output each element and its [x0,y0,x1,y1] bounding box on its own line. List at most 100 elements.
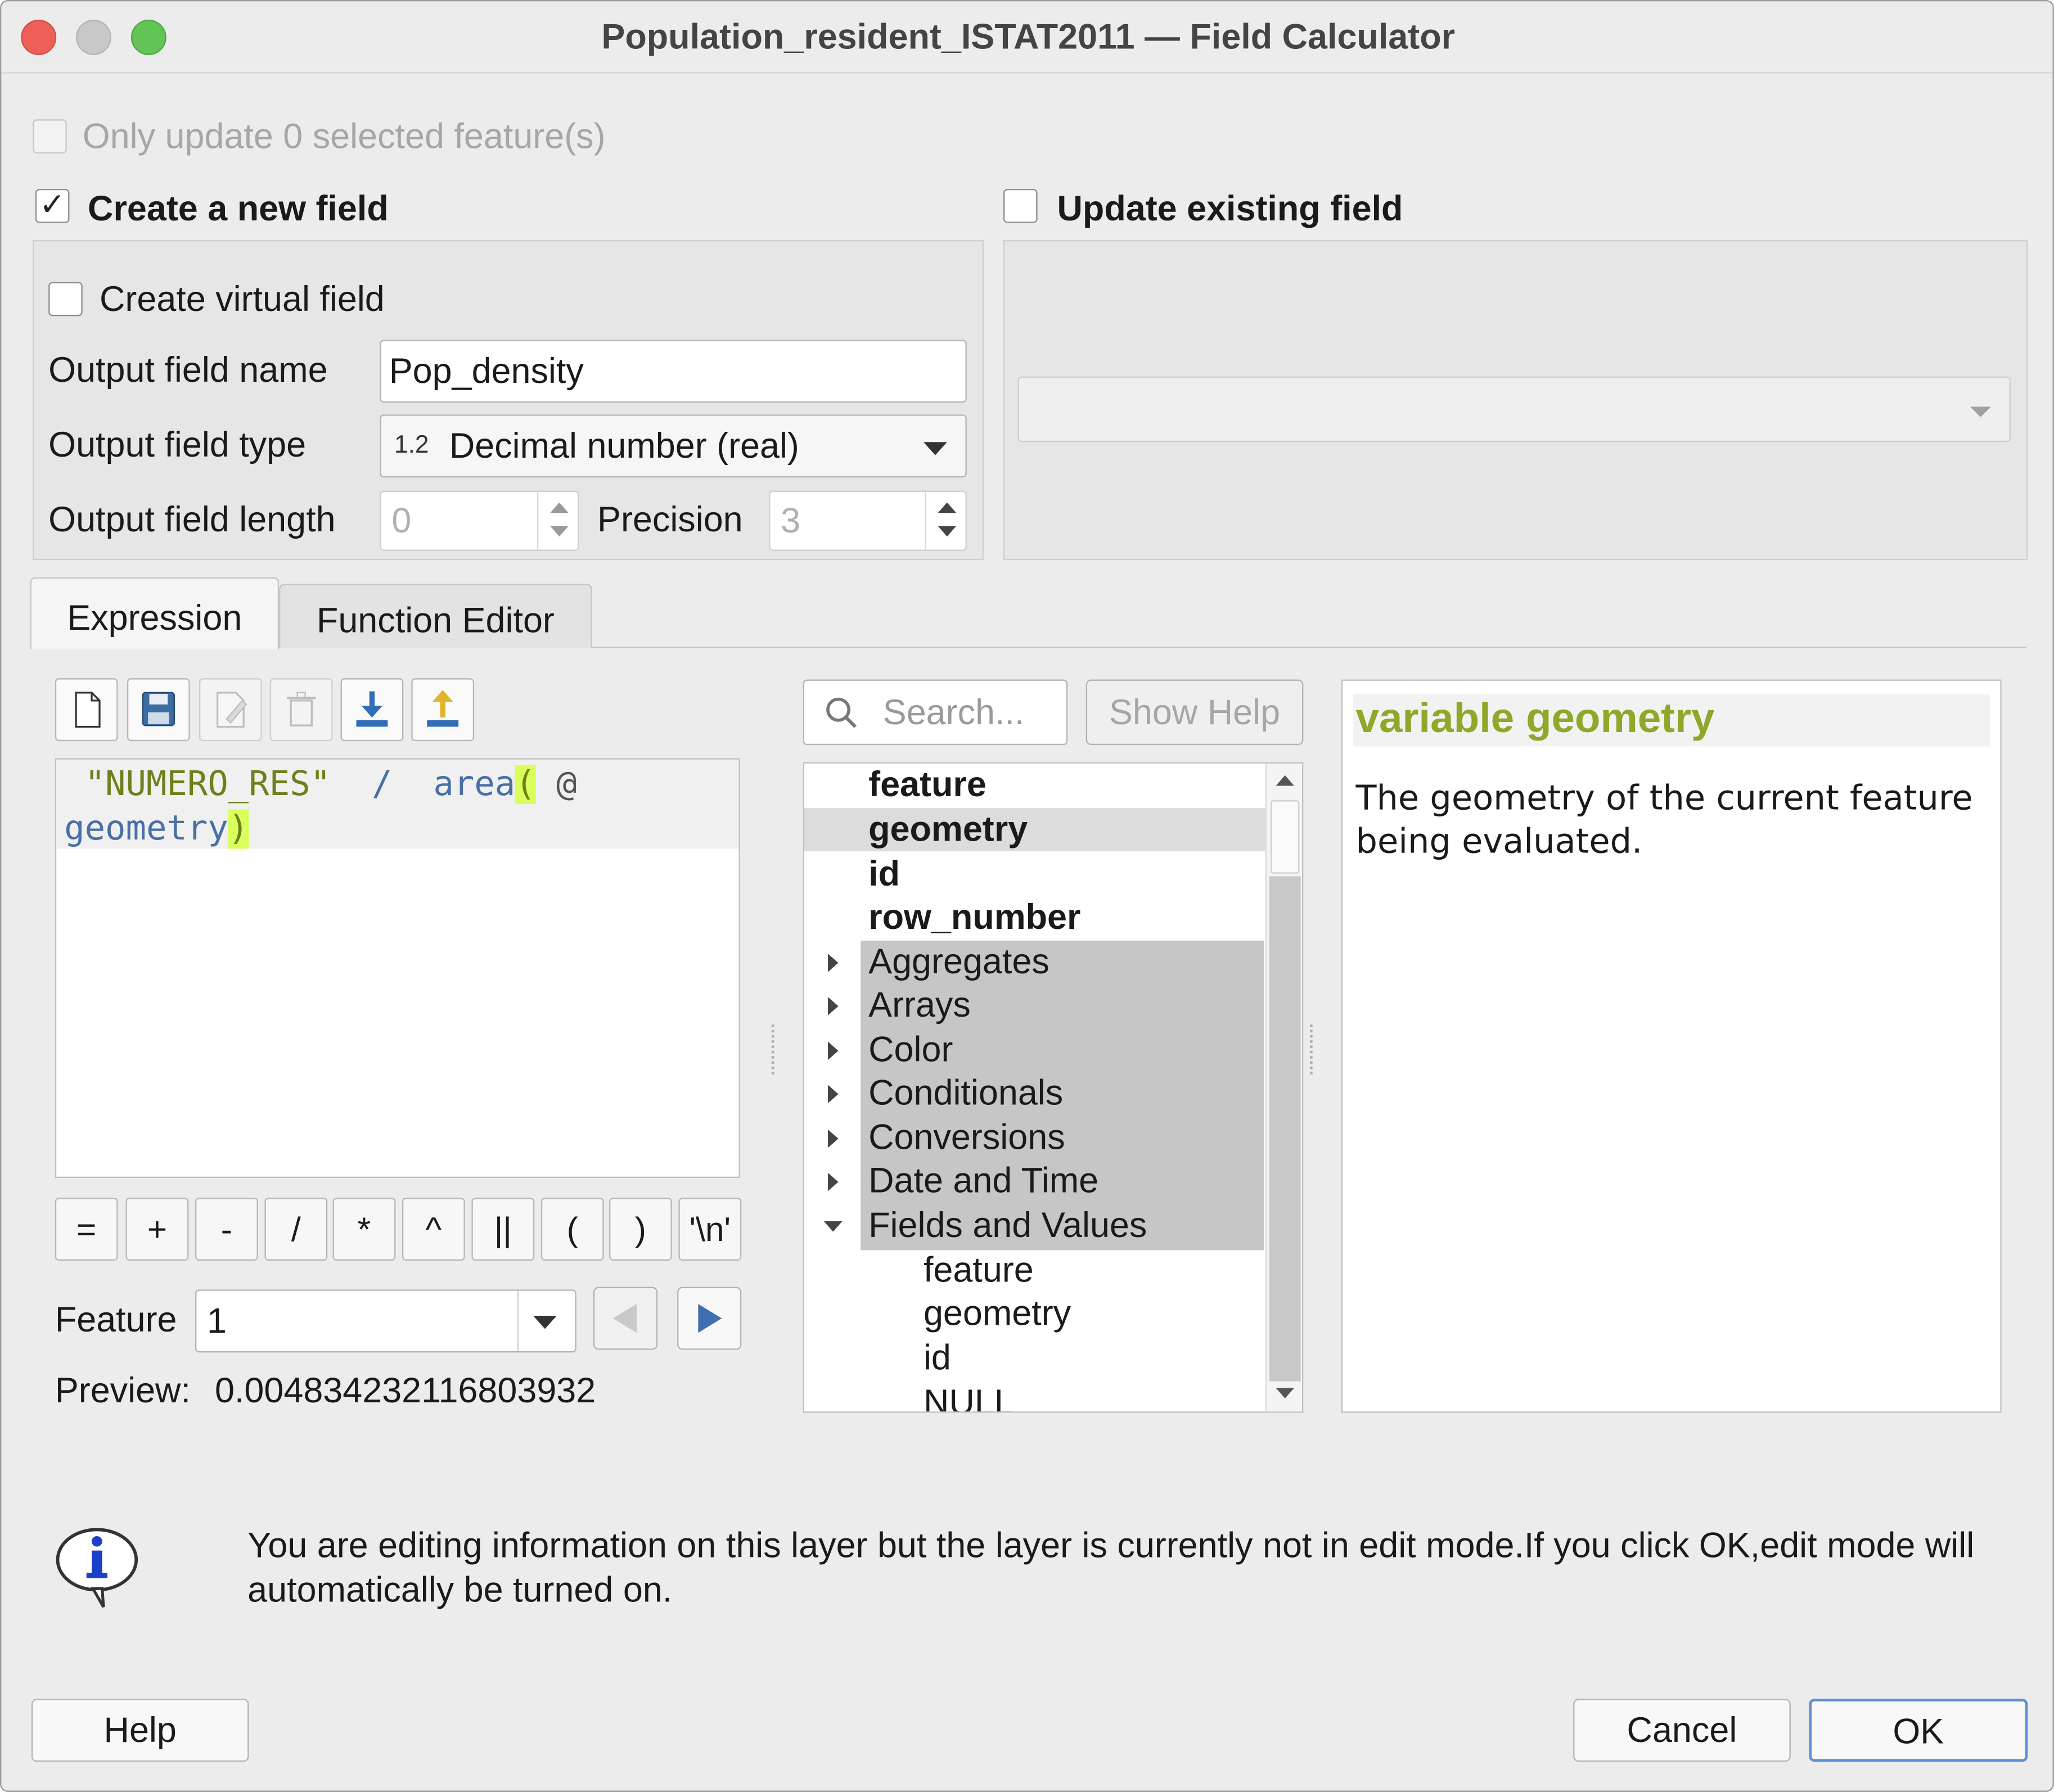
info-icon [56,1528,138,1608]
preview-label: Preview: [55,1370,191,1410]
output-field-type-label: Output field type [48,425,307,464]
tree-child-geometry[interactable]: geometry [924,1292,1302,1335]
operator-plus-button[interactable]: + [125,1198,189,1261]
help-title: variable geometry [1355,694,1715,742]
expr-function-token: area [433,765,516,805]
operator-open-paren-button[interactable]: ( [540,1198,604,1261]
info-message: You are editing information on this laye… [247,1525,1975,1610]
operator-divide-button[interactable]: / [264,1198,328,1261]
arrow-left-icon [612,1304,637,1333]
tree-child-feature[interactable]: feature [924,1249,1302,1292]
field-calculator-window: Population_resident_ISTAT2011 — Field Ca… [0,0,2054,1792]
tree-item-geometry[interactable]: geometry [804,808,1265,852]
tree-group-conditionals[interactable]: Conditionals [868,1072,1302,1115]
create-new-field-label: Create a new field [88,188,389,228]
expr-field-token: "NUMERO_RES" [84,765,331,805]
dialog: Population_resident_ISTAT2011 — Field Ca… [0,0,2054,1792]
arrow-right-icon [698,1304,722,1333]
tree-scrollbar[interactable] [1265,763,1303,1412]
combo-divider [517,1290,519,1351]
splitter-handle[interactable] [1310,1024,1317,1075]
stepper-down-icon[interactable] [550,526,569,537]
tree-item-feature[interactable]: feature [804,764,1302,807]
search-input[interactable]: Search... [803,679,1068,746]
expr-operator-token: / [371,765,393,805]
new-file-icon[interactable] [55,678,118,742]
expression-text: "NUMERO_RES" / area( @ geometry) [64,762,735,851]
collapse-arrow-icon[interactable] [823,1221,843,1232]
show-help-button[interactable]: Show Help [1085,679,1304,746]
expression-editor[interactable]: "NUMERO_RES" / area( @ geometry) [55,758,740,1179]
tree-group-arrays[interactable]: Arrays [868,984,1302,1027]
expr-variable-token: geometry [64,809,228,849]
tree-group-aggregates[interactable]: Aggregates [868,941,1302,984]
stepper-up-icon[interactable] [938,502,957,513]
scroll-down-icon[interactable] [1276,1388,1295,1398]
help-body: The geometry of the current feature bein… [1355,779,1973,862]
operator-multiply-button[interactable]: * [332,1198,396,1261]
operator-newline-button[interactable]: '\n' [678,1198,742,1261]
stepper-down-icon[interactable] [938,526,957,537]
create-virtual-field-label: Create virtual field [100,279,385,319]
operator-concat-button[interactable]: || [471,1198,535,1261]
help-panel: variable geometry The geometry of the cu… [1341,679,2002,1413]
function-tree[interactable]: feature geometry id row_number Aggregate… [803,762,1304,1413]
only-update-selected-checkbox[interactable] [33,119,67,154]
operator-equals-button[interactable]: = [55,1198,118,1261]
tab-expression[interactable]: Expression [30,577,280,649]
cancel-button[interactable]: Cancel [1573,1699,1791,1762]
import-icon[interactable] [340,678,404,742]
decimal-type-icon: 1.2 [394,431,429,459]
edit-icon[interactable] [199,678,262,742]
expand-arrow-icon[interactable] [827,1041,839,1060]
expand-arrow-icon[interactable] [827,954,839,972]
only-update-selected-label: Only update 0 selected feature(s) [82,116,606,156]
output-field-type-select[interactable]: 1.2 Decimal number (real) [380,414,967,478]
tree-item-row-number[interactable]: row_number [804,896,1302,939]
next-feature-button[interactable] [677,1287,742,1350]
help-button[interactable]: Help [31,1699,249,1762]
tree-child-id[interactable]: id [924,1337,1302,1380]
search-icon [826,697,857,728]
chevron-down-icon [923,442,947,455]
operator-power-button[interactable]: ^ [402,1198,465,1261]
output-field-name-input[interactable]: Pop_density [380,340,967,403]
precision-label: Precision [597,499,743,539]
tree-group-conversions[interactable]: Conversions [868,1116,1302,1159]
expand-arrow-icon[interactable] [827,1172,839,1191]
create-new-field-checkbox[interactable]: ✓ [35,188,70,223]
expand-arrow-icon[interactable] [827,1129,839,1148]
feature-select[interactable]: 1 [195,1289,576,1353]
tab-function-editor[interactable]: Function Editor [279,584,592,648]
stepper-up-icon[interactable] [550,502,569,513]
chevron-down-icon [533,1315,557,1329]
length-stepper[interactable] [537,491,579,550]
expand-arrow-icon[interactable] [827,997,839,1015]
tree-group-date-and-time[interactable]: Date and Time [868,1159,1302,1203]
output-field-type-value: Decimal number (real) [449,426,799,466]
splitter-handle[interactable] [771,1024,778,1075]
output-field-name-label: Output field name [48,350,328,390]
scrollbar-thumb[interactable] [1271,800,1300,874]
create-virtual-field-checkbox[interactable] [48,282,83,317]
tree-group-color[interactable]: Color [868,1028,1302,1072]
expr-open-paren: ( [515,765,536,805]
tree-item-id[interactable]: id [804,852,1302,896]
expand-arrow-icon[interactable] [827,1085,839,1104]
feature-label: Feature [55,1300,177,1339]
precision-stepper[interactable] [925,491,967,550]
ok-button[interactable]: OK [1809,1699,2028,1762]
scroll-up-icon[interactable] [1276,775,1295,786]
scrollbar-track [1269,876,1301,1382]
preview-value: 0.004834232116803932 [214,1370,596,1410]
existing-field-select[interactable] [1017,376,2011,443]
save-icon[interactable] [127,678,190,742]
delete-icon[interactable] [269,678,333,742]
tree-group-fields-and-values[interactable]: Fields and Values [868,1204,1302,1248]
operator-close-paren-button[interactable]: ) [609,1198,672,1261]
update-existing-field-checkbox[interactable] [1003,188,1038,223]
operator-minus-button[interactable]: - [195,1198,258,1261]
export-icon[interactable] [411,678,475,742]
previous-feature-button[interactable] [593,1287,658,1350]
tree-child-null[interactable]: NULL [924,1382,1302,1411]
